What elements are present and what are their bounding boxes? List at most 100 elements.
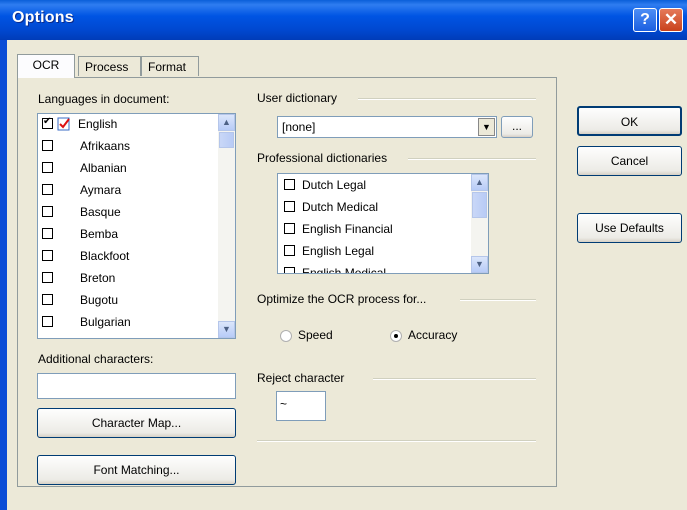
dictionary-checkbox[interactable] [284, 223, 295, 234]
language-checkbox[interactable] [42, 184, 53, 195]
language-checkbox[interactable] [42, 294, 53, 305]
language-checkbox[interactable] [42, 228, 53, 239]
use-defaults-label: Use Defaults [595, 221, 664, 235]
tab-process-label: Process [85, 60, 129, 74]
close-button[interactable]: ✕ [659, 8, 683, 32]
speed-radio[interactable] [280, 330, 292, 342]
dictionary-book-icon [56, 116, 72, 132]
font-matching-button[interactable]: Font Matching... [37, 455, 236, 485]
tab-ocr[interactable]: OCR [17, 54, 75, 78]
professional-dictionaries-divider [408, 158, 536, 160]
language-label: Blackfoot [80, 249, 130, 263]
language-checkbox[interactable] [42, 272, 53, 283]
additional-characters-input[interactable] [37, 373, 236, 399]
speed-label: Speed [298, 328, 333, 342]
professional-dictionaries-list[interactable]: Dutch Legal Dutch Medical English Financia… [277, 173, 489, 274]
language-label: Basque [80, 205, 121, 219]
languages-list[interactable]: English Afrikaans Albanian Aymara Basque Bemb… [37, 113, 236, 339]
language-item[interactable]: Breton [38, 268, 235, 290]
language-item[interactable]: Albanian [38, 158, 235, 180]
title-bar[interactable]: Options ? ✕ [0, 0, 687, 40]
languages-label: Languages in document: [38, 92, 170, 106]
ok-button[interactable]: OK [577, 106, 682, 136]
dictionary-label: English Medical [302, 266, 387, 274]
scroll-up-icon[interactable]: ▲ [218, 114, 235, 131]
scroll-down-icon[interactable]: ▼ [471, 256, 488, 273]
window-border [0, 40, 7, 510]
language-item[interactable]: Afrikaans [38, 136, 235, 158]
user-dictionary-label: User dictionary [257, 91, 338, 105]
additional-characters-label: Additional characters: [38, 352, 154, 366]
tab-ocr-label: OCR [32, 58, 60, 72]
cancel-button[interactable]: Cancel [577, 146, 682, 176]
user-dictionary-divider [358, 98, 536, 100]
cancel-label: Cancel [610, 154, 649, 168]
scroll-thumb[interactable] [472, 192, 487, 218]
language-item[interactable]: English [38, 114, 235, 136]
tab-process[interactable]: Process [78, 56, 141, 76]
use-defaults-button[interactable]: Use Defaults [577, 213, 682, 243]
professional-scrollbar[interactable]: ▲ ▼ [471, 174, 488, 273]
optimize-divider [460, 299, 536, 301]
bottom-divider [257, 440, 536, 442]
language-item[interactable]: Bulgarian [38, 312, 235, 334]
character-map-button[interactable]: Character Map... [37, 408, 236, 438]
accuracy-radio[interactable] [390, 330, 402, 342]
language-checkbox[interactable] [42, 162, 53, 173]
accuracy-label: Accuracy [408, 328, 458, 342]
help-button[interactable]: ? [633, 8, 657, 32]
font-matching-label: Font Matching... [93, 463, 180, 477]
language-label: English [78, 117, 118, 131]
character-map-label: Character Map... [91, 416, 182, 430]
professional-dictionary-item[interactable]: English Financial [278, 218, 488, 240]
tab-format-label: Format [148, 60, 187, 74]
language-checkbox[interactable] [42, 116, 53, 129]
professional-dictionary-item[interactable]: English Legal [278, 240, 488, 262]
user-dictionary-select[interactable]: [none] ▼ [277, 116, 497, 138]
language-item[interactable]: Basque [38, 202, 235, 224]
language-checkbox[interactable] [42, 206, 53, 217]
language-label: Aymara [80, 183, 122, 197]
user-dictionary-value: [none] [282, 120, 316, 134]
dictionary-label: English Legal [302, 244, 375, 258]
language-checkbox[interactable] [42, 250, 53, 261]
professional-dictionary-item[interactable]: English Medical [278, 262, 488, 274]
ok-label: OK [620, 115, 639, 129]
reject-character-value: ~ [280, 397, 288, 411]
browse-dictionary-button[interactable]: ... [501, 116, 533, 138]
window-title: Options [12, 9, 74, 26]
scroll-up-icon[interactable]: ▲ [471, 174, 488, 191]
reject-character-divider [373, 378, 536, 380]
language-item[interactable]: Aymara [38, 180, 235, 202]
language-label: Albanian [80, 161, 127, 175]
dictionary-checkbox[interactable] [284, 201, 295, 212]
options-dialog: Options ? ✕ OCR Process Format Languages… [0, 0, 687, 510]
scroll-thumb[interactable] [219, 132, 234, 148]
professional-dictionaries-label: Professional dictionaries [257, 151, 388, 165]
languages-scrollbar[interactable]: ▲ ▼ [218, 114, 235, 338]
scroll-down-icon[interactable]: ▼ [218, 321, 235, 338]
language-label: Breton [80, 271, 116, 285]
help-icon: ? [640, 11, 650, 28]
dictionary-label: Dutch Legal [302, 178, 367, 192]
tab-format[interactable]: Format [141, 56, 199, 76]
language-item[interactable]: Bugotu [38, 290, 235, 312]
optimize-label: Optimize the OCR process for... [257, 292, 427, 306]
professional-dictionary-item[interactable]: Dutch Medical [278, 196, 488, 218]
language-item[interactable]: Blackfoot [38, 246, 235, 268]
chevron-down-icon[interactable]: ▼ [478, 118, 495, 136]
language-label: Afrikaans [80, 139, 131, 153]
language-checkbox[interactable] [42, 316, 53, 327]
dictionary-label: English Financial [302, 222, 393, 236]
dictionary-checkbox[interactable] [284, 267, 295, 273]
dictionary-checkbox[interactable] [284, 245, 295, 256]
reject-character-input[interactable]: ~ [276, 391, 326, 421]
dictionary-label: Dutch Medical [302, 200, 379, 214]
language-label: Bulgarian [80, 315, 131, 329]
language-checkbox[interactable] [42, 140, 53, 151]
language-label: Bemba [80, 227, 119, 241]
professional-dictionary-item[interactable]: Dutch Legal [278, 174, 488, 196]
dictionary-checkbox[interactable] [284, 179, 295, 190]
language-item[interactable]: Bemba [38, 224, 235, 246]
language-label: Bugotu [80, 293, 119, 307]
